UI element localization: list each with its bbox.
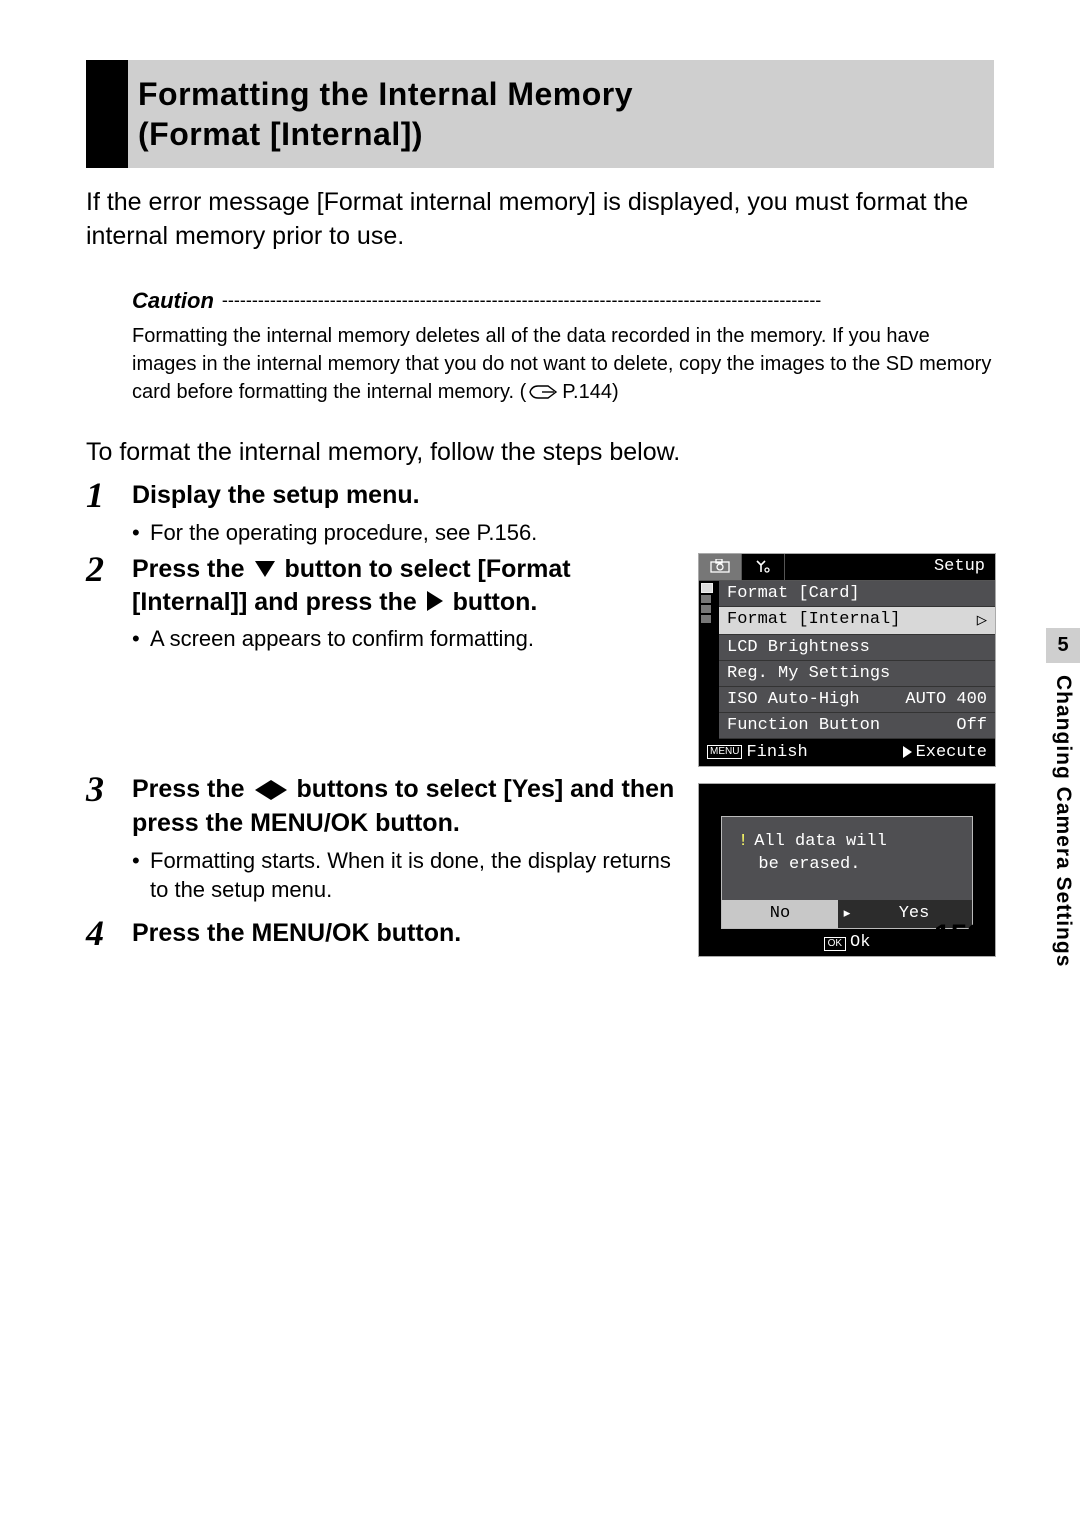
step-2-title: Press the button to select [Format [Inte… [132, 553, 678, 618]
left-right-arrow-icon [255, 773, 287, 806]
section-heading: Formatting the Internal Memory (Format [… [86, 60, 994, 168]
side-tab-number: 5 [1046, 628, 1080, 663]
confirm-no-label: No [770, 904, 790, 923]
caution-label: Caution [132, 288, 214, 314]
right-arrow-icon [427, 591, 443, 611]
lcd-tabs: Setup [699, 554, 995, 581]
step-3-bullet: Formatting starts. When it is done, the … [132, 846, 678, 905]
step-3-title-a: Press the [132, 775, 252, 803]
confirm-message: ! All data will be erased. [722, 817, 972, 899]
step-4-num: 4 [86, 915, 120, 951]
confirm-msg-line2: be erased. [758, 855, 860, 874]
caution-block: Caution --------------------------------… [132, 288, 994, 406]
step-1-num: 1 [86, 477, 120, 545]
lcd-row-lcd-brightness: LCD Brightness [719, 635, 995, 661]
step-2-title-c: button. [446, 588, 538, 616]
lcd-footer: MENU Finish Execute [699, 739, 995, 766]
lcd-row-label: Function Button [727, 716, 880, 735]
step-4: 4 Press the MENU/OK button. [86, 917, 678, 953]
step-4-title: Press the MENU/OK button. [132, 917, 678, 950]
lcd-footer-execute: Execute [916, 743, 987, 762]
side-tab-label: Changing Camera Settings [1051, 663, 1075, 967]
confirm-yes-label: Yes [899, 904, 930, 923]
exclamation-icon: ! [738, 832, 748, 851]
step-3: 3 Press the buttons to select [Yes] and … [86, 773, 994, 959]
lcd-row-label: LCD Brightness [727, 638, 870, 657]
confirm-msg-line1: All data will [754, 832, 887, 851]
step-3-title: Press the buttons to select [Yes] and th… [132, 773, 678, 839]
lcd-row-iso-auto: ISO Auto-High AUTO 400 [719, 687, 995, 713]
caution-dashes: ----------------------------------------… [222, 290, 994, 311]
lcd-row-format-internal: Format [Internal] ▷ [719, 607, 995, 635]
lcd-row-reg-settings: Reg. My Settings [719, 661, 995, 687]
confirm-ok-label: Ok [850, 933, 870, 952]
page-number: 159 [934, 919, 984, 953]
execute-arrow-icon [903, 746, 912, 758]
heading-line1: Formatting the Internal Memory [138, 76, 633, 112]
lcd-setup-menu: Setup [698, 553, 996, 767]
lead-paragraph: To format the internal memory, follow th… [86, 436, 994, 470]
heading-line2: (Format [Internal]) [138, 116, 423, 152]
lcd-row-label: Format [Card] [727, 584, 860, 603]
step-1-title: Display the setup menu. [132, 479, 994, 512]
lcd-footer-finish: Finish [746, 743, 807, 762]
lcd-scroll-indicator [699, 581, 719, 739]
caution-body: Formatting the internal memory deletes a… [132, 322, 994, 406]
lcd-tab-setup-label: Setup [785, 554, 995, 580]
lcd-row-chevron-icon: ▷ [977, 610, 987, 631]
lcd-footer-left: MENU Finish [707, 743, 808, 762]
step-2-bullet: A screen appears to confirm formatting. [132, 624, 678, 654]
ok-box-icon: OK [824, 937, 846, 951]
intro-paragraph: If the error message [Format internal me… [86, 186, 994, 254]
step-2-title-a: Press the [132, 555, 252, 583]
step-1: 1 Display the setup menu. For the operat… [86, 479, 994, 547]
confirm-no-button: No [722, 900, 838, 928]
side-tab: 5 Changing Camera Settings [1046, 628, 1080, 967]
heading-marker [86, 60, 128, 168]
caution-page-ref: P.144) [562, 381, 618, 403]
lcd-row-function-button: Function Button Off [719, 713, 995, 739]
lcd-row-value: AUTO 400 [905, 690, 987, 709]
lcd-row-label: ISO Auto-High [727, 690, 860, 709]
down-arrow-icon [255, 561, 275, 577]
lcd-tab-tools [742, 554, 785, 580]
page-ref-icon [528, 382, 560, 402]
lcd-row-value: Off [956, 716, 987, 735]
step-2-num: 2 [86, 551, 120, 765]
lcd-row-format-card: Format [Card] [719, 581, 995, 607]
confirm-arrow-icon: ▸ [838, 900, 856, 928]
lcd-row-label: Format [Internal] [727, 610, 900, 631]
step-2: 2 Press the button to select [Format [In… [86, 553, 994, 767]
lcd-tab-camera [699, 554, 742, 580]
step-1-bullet: For the operating procedure, see P.156. [132, 518, 994, 548]
lcd-footer-right: Execute [903, 743, 987, 762]
lcd-rows: Format [Card] Format [Internal] ▷ LCD Br… [719, 581, 995, 739]
menu-box-icon: MENU [707, 745, 742, 759]
lcd-row-label: Reg. My Settings [727, 664, 890, 683]
